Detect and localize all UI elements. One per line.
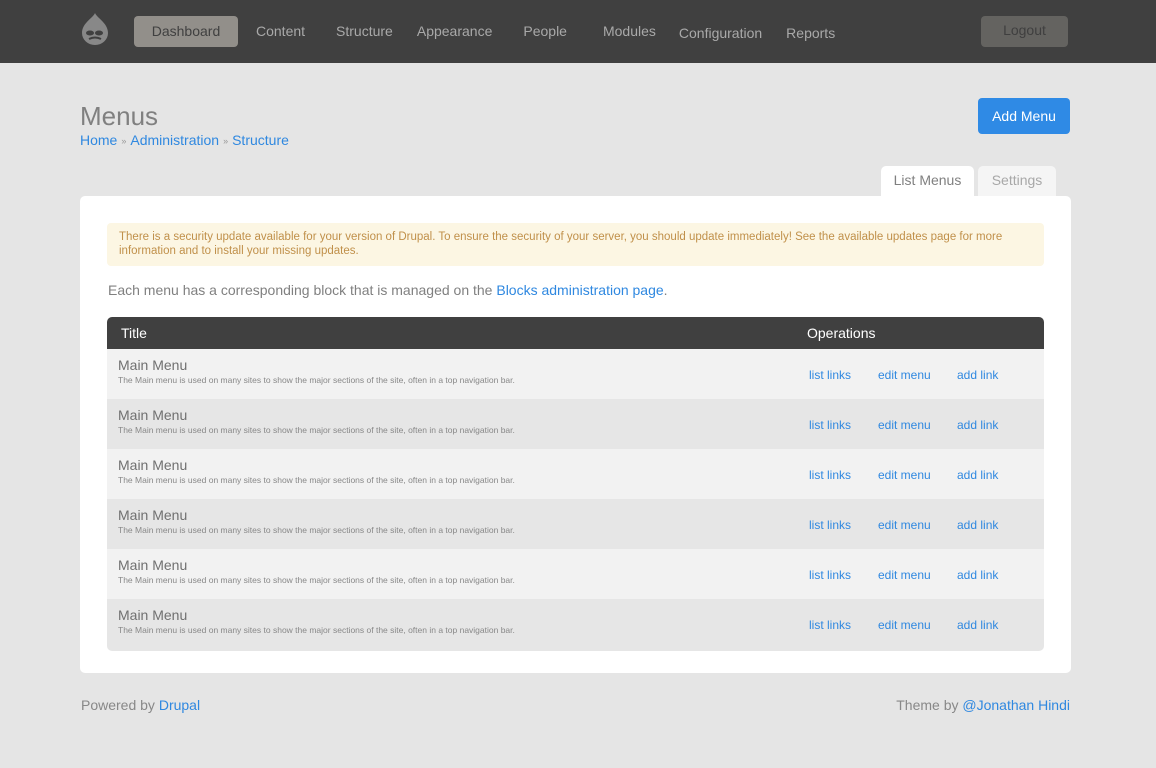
page-title: Menus xyxy=(80,101,159,131)
nav-appearance[interactable]: Appearance xyxy=(417,16,493,47)
menu-description: The Main menu is used on many sites to s… xyxy=(118,425,515,435)
main-nav: Dashboard Content Structure Appearance P… xyxy=(134,16,835,47)
security-alert: There is a security update available for… xyxy=(107,223,1044,266)
breadcrumb-home[interactable]: Home xyxy=(80,132,117,148)
author-link[interactable]: @Jonathan Hindi xyxy=(962,697,1070,713)
nav-reports[interactable]: Reports xyxy=(786,16,835,47)
edit-menu-link[interactable]: edit menu xyxy=(878,568,931,582)
add-link-link[interactable]: add link xyxy=(957,468,998,482)
drupal-logo-icon[interactable] xyxy=(80,12,110,46)
header-title: Title xyxy=(121,325,147,341)
list-links-link[interactable]: list links xyxy=(809,468,851,482)
menu-title: Main Menu xyxy=(118,507,188,523)
add-link-link[interactable]: add link xyxy=(957,418,998,432)
intro-text: Each menu has a corresponding block that… xyxy=(108,282,668,298)
nav-structure[interactable]: Structure xyxy=(336,16,393,47)
table-row: Main Menu The Main menu is used on many s… xyxy=(107,499,1044,549)
top-navbar: Dashboard Content Structure Appearance P… xyxy=(0,0,1156,63)
tab-list-menus[interactable]: List Menus xyxy=(881,166,974,196)
edit-menu-link[interactable]: edit menu xyxy=(878,418,931,432)
table-row: Main Menu The Main menu is used on many s… xyxy=(107,549,1044,599)
menu-title: Main Menu xyxy=(118,457,188,473)
table-body: Main Menu The Main menu is used on many s… xyxy=(107,349,1044,651)
menu-title: Main Menu xyxy=(118,607,188,623)
add-link-link[interactable]: add link xyxy=(957,518,998,532)
menu-description: The Main menu is used on many sites to s… xyxy=(118,375,515,385)
table-header: Title Operations xyxy=(107,317,1044,349)
drupal-link[interactable]: Drupal xyxy=(159,697,200,713)
nav-people[interactable]: People xyxy=(523,16,567,47)
menus-table: Title Operations Main Menu The Main menu … xyxy=(107,317,1044,651)
breadcrumb-structure[interactable]: Structure xyxy=(232,132,289,148)
nav-configuration[interactable]: Configuration xyxy=(679,16,762,47)
content-panel: There is a security update available for… xyxy=(80,196,1071,673)
footer-theme: Theme by @Jonathan Hindi xyxy=(896,697,1070,713)
add-link-link[interactable]: add link xyxy=(957,618,998,632)
table-row: Main Menu The Main menu is used on many s… xyxy=(107,399,1044,449)
edit-menu-link[interactable]: edit menu xyxy=(878,468,931,482)
table-row: Main Menu The Main menu is used on many s… xyxy=(107,449,1044,499)
list-links-link[interactable]: list links xyxy=(809,418,851,432)
table-row: Main Menu The Main menu is used on many s… xyxy=(107,349,1044,399)
powered-label: Powered by xyxy=(81,697,159,713)
list-links-link[interactable]: list links xyxy=(809,518,851,532)
list-links-link[interactable]: list links xyxy=(809,568,851,582)
menu-title: Main Menu xyxy=(118,407,188,423)
footer-powered: Powered by Drupal xyxy=(81,697,200,713)
breadcrumb-separator: » xyxy=(223,136,229,147)
breadcrumb: Home» Administration» Structure xyxy=(80,132,289,148)
menu-description: The Main menu is used on many sites to s… xyxy=(118,525,515,535)
blocks-admin-link[interactable]: Blocks administration page xyxy=(496,282,663,298)
edit-menu-link[interactable]: edit menu xyxy=(878,618,931,632)
edit-menu-link[interactable]: edit menu xyxy=(878,518,931,532)
logout-button[interactable]: Logout xyxy=(981,16,1068,47)
tab-settings[interactable]: Settings xyxy=(978,166,1056,196)
menu-description: The Main menu is used on many sites to s… xyxy=(118,625,515,635)
theme-label: Theme by xyxy=(896,697,963,713)
add-menu-button[interactable]: Add Menu xyxy=(978,98,1070,134)
edit-menu-link[interactable]: edit menu xyxy=(878,368,931,382)
list-links-link[interactable]: list links xyxy=(809,368,851,382)
breadcrumb-separator: » xyxy=(121,136,127,147)
nav-modules[interactable]: Modules xyxy=(603,16,656,47)
nav-dashboard[interactable]: Dashboard xyxy=(134,16,238,47)
menu-title: Main Menu xyxy=(118,357,188,373)
menu-title: Main Menu xyxy=(118,557,188,573)
breadcrumb-administration[interactable]: Administration xyxy=(130,132,219,148)
menu-description: The Main menu is used on many sites to s… xyxy=(118,575,515,585)
add-link-link[interactable]: add link xyxy=(957,568,998,582)
intro-end: . xyxy=(663,282,668,298)
table-row: Main Menu The Main menu is used on many s… xyxy=(107,599,1044,651)
header-operations: Operations xyxy=(807,325,876,341)
add-link-link[interactable]: add link xyxy=(957,368,998,382)
nav-content[interactable]: Content xyxy=(256,16,305,47)
list-links-link[interactable]: list links xyxy=(809,618,851,632)
intro-label: Each menu has a corresponding block that… xyxy=(108,282,497,298)
menu-description: The Main menu is used on many sites to s… xyxy=(118,475,515,485)
